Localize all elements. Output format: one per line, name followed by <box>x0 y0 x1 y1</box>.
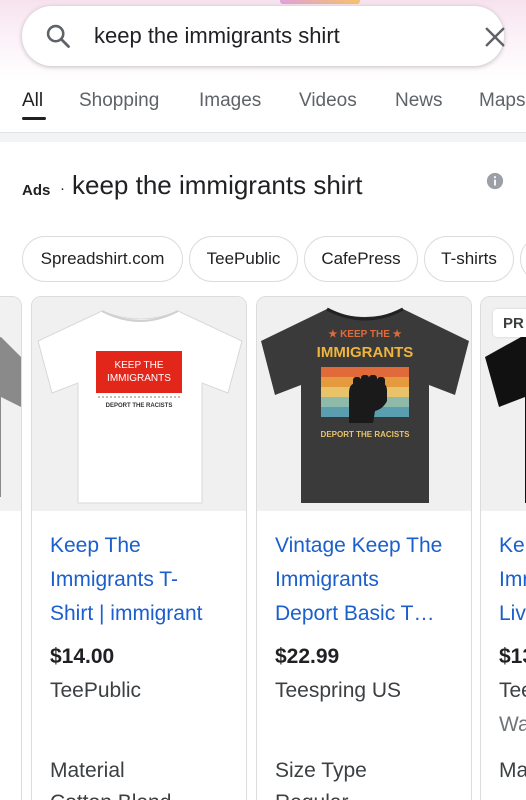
chip-cafepress[interactable]: CafePress <box>304 236 418 282</box>
product-attribute-value: Cotton Blend <box>50 791 171 800</box>
title-line[interactable]: Deport Basic T… <box>275 597 460 631</box>
ads-label: Ads <box>22 182 51 199</box>
product-card[interactable]: KEEP THE IMMIGRANTS DEPORT THE RACISTS K… <box>31 296 247 800</box>
title-line[interactable]: Keep The <box>50 529 235 563</box>
print-text-2: IMMIGRANTS <box>107 373 171 384</box>
close-icon[interactable] <box>484 26 506 48</box>
doodle-accent <box>280 0 360 4</box>
filter-chips: Spreadshirt.com TeePublic CafePress T-sh… <box>0 236 526 284</box>
chip-spreadshirt[interactable]: Spreadshirt.com <box>22 236 183 282</box>
product-image <box>0 297 21 511</box>
search-icon[interactable] <box>44 22 72 50</box>
product-attribute: Ma <box>499 759 526 782</box>
product-attribute: Material <box>50 759 125 782</box>
product-title-link[interactable]: Vintage Keep The Immigrants Deport Basic… <box>275 529 460 631</box>
title-line[interactable]: Liv <box>499 597 526 631</box>
print-text-1: KEEP THE <box>114 360 163 371</box>
product-image[interactable]: KEEP THE IMMIGRANTS DEPORT THE RACISTS <box>32 297 246 511</box>
print-text-3: DEPORT THE RACISTS <box>321 430 411 439</box>
print-block <box>96 351 182 393</box>
search-input[interactable]: keep the immigrants shirt <box>94 22 340 50</box>
ads-title: keep the immigrants shirt <box>72 170 363 200</box>
product-price: $14.00 <box>50 645 115 668</box>
tab-videos[interactable]: Videos <box>299 90 357 112</box>
price-drop-badge: PR <box>493 309 526 337</box>
print-text-3: DEPORT THE RACISTS <box>106 403 173 409</box>
product-title-link[interactable]: Ke Imr Liv <box>499 529 526 631</box>
product-card[interactable]: ★ KEEP THE ★ IMMIGRANTS DEPORT THE RACIS… <box>256 296 472 800</box>
print-text-1: ★ KEEP THE ★ <box>328 329 401 340</box>
title-line[interactable]: Ke <box>499 529 526 563</box>
product-carousel: KEEP THE IMMIGRANTS DEPORT THE RACISTS K… <box>0 296 526 800</box>
section-divider <box>0 132 526 142</box>
product-attribute: Size Type <box>275 759 367 782</box>
chip-tshirts[interactable]: T-shirts <box>424 236 514 282</box>
info-icon[interactable] <box>486 172 504 190</box>
tab-news[interactable]: News <box>395 90 443 112</box>
search-tabs: All Shopping Images Videos News Maps <box>0 84 526 124</box>
tab-all[interactable]: All <box>22 90 43 112</box>
tab-maps[interactable]: Maps <box>479 90 525 112</box>
product-attribute-value: Regular <box>275 791 349 800</box>
title-line[interactable]: Imr <box>499 563 526 597</box>
tab-images[interactable]: Images <box>199 90 261 112</box>
product-store-note: Wa <box>499 713 526 736</box>
product-store: Tee <box>499 679 526 702</box>
title-line[interactable]: Immigrants <box>275 563 460 597</box>
product-image[interactable]: ★ KEEP THE ★ IMMIGRANTS DEPORT THE RACIS… <box>257 297 471 511</box>
product-card[interactable]: PR Ke Imr Liv $13 Tee Wa Ma <box>480 296 526 800</box>
title-line[interactable]: Immigrants T- <box>50 563 235 597</box>
product-store: Teespring US <box>275 679 402 702</box>
title-line[interactable]: Shirt | immigrant <box>50 597 235 631</box>
search-header: keep the immigrants shirt All Shopping I… <box>0 0 526 132</box>
product-price: $13 <box>499 645 526 668</box>
product-card-partial[interactable] <box>0 296 22 800</box>
ads-heading: Ads · keep the immigrants shirt <box>22 168 512 208</box>
search-box[interactable]: keep the immigrants shirt <box>22 6 506 66</box>
chip-more[interactable] <box>520 236 526 282</box>
ads-separator: · <box>60 180 65 197</box>
print-text-2: IMMIGRANTS <box>317 344 414 361</box>
product-title-link[interactable]: Keep The Immigrants T- Shirt | immigrant <box>50 529 235 631</box>
tab-shopping[interactable]: Shopping <box>79 90 159 112</box>
product-store: TeePublic <box>50 679 142 702</box>
title-line[interactable]: Vintage Keep The <box>275 529 460 563</box>
active-tab-indicator <box>22 117 46 120</box>
chip-teepublic[interactable]: TeePublic <box>189 236 298 282</box>
product-price: $22.99 <box>275 645 340 668</box>
